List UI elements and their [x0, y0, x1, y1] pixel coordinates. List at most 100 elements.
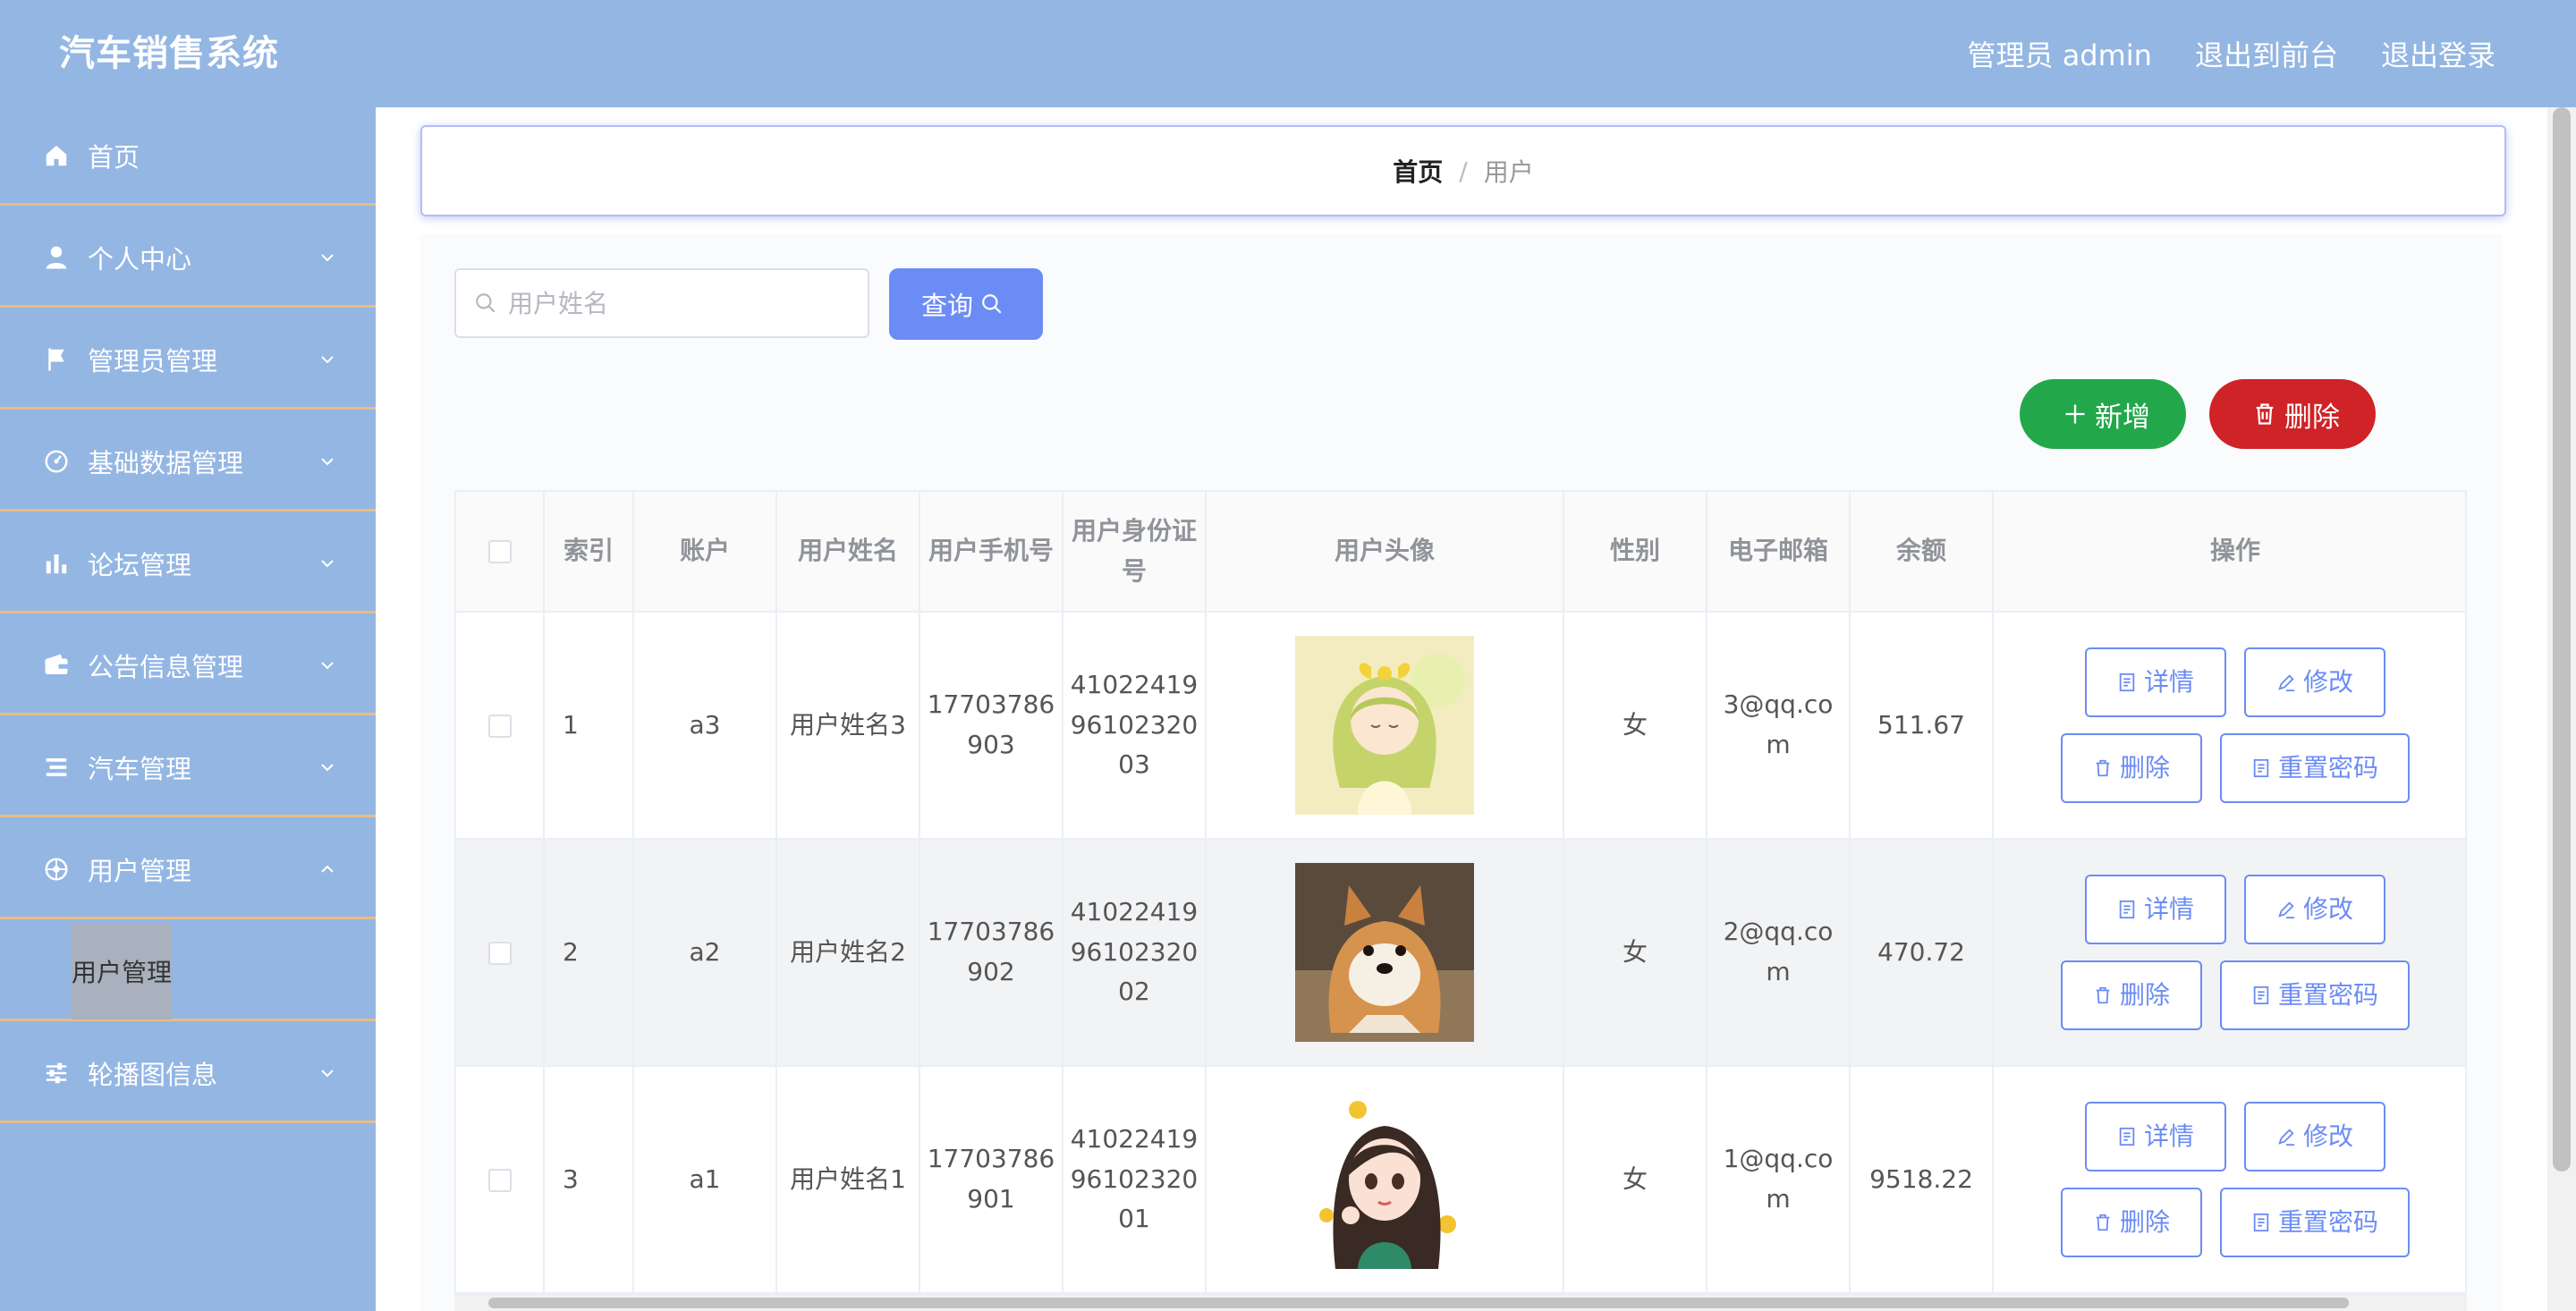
- breadcrumb-home[interactable]: 首页: [1393, 153, 1443, 189]
- delete-label: 删除: [2119, 1206, 2170, 1237]
- sidebar: 首页 个人中心 管理员管理 基础数据管理 论坛管理 公告信息管理 汽车管理 用户…: [0, 107, 376, 1311]
- row-select-cell: [456, 1066, 545, 1293]
- column-header: 账户: [633, 492, 777, 613]
- column-header: 操作: [1993, 492, 2465, 613]
- column-header: 性别: [1563, 492, 1707, 613]
- pencil-icon: [2278, 1129, 2295, 1146]
- add-button[interactable]: 新增: [2020, 379, 2186, 449]
- chevron-up-icon: [321, 865, 334, 873]
- table-row: 1 a3 用户姓名3 17703786903 41022419961023200…: [456, 612, 2465, 840]
- row-checkbox[interactable]: [487, 941, 512, 965]
- sidebar-item-user-management[interactable]: 用户管理: [0, 821, 376, 919]
- table-header-row: 索引 账户 用户姓名 用户手机号 用户身份证号 用户头像 性别 电子邮箱 余额 …: [456, 492, 2465, 613]
- reset-password-label: 重置密码: [2277, 1206, 2378, 1237]
- sidebar-item-label: 基础数据管理: [88, 447, 244, 478]
- cell-name: 用户姓名2: [776, 839, 920, 1067]
- reset-password-button[interactable]: 重置密码: [2220, 733, 2410, 803]
- cell-actions: 详情 修改 删除 重置密码: [1993, 1066, 2465, 1293]
- document-icon: [2253, 1213, 2269, 1232]
- document-icon: [2253, 758, 2269, 778]
- detail-label: 详情: [2143, 893, 2194, 924]
- sidebar-item-label: 管理员管理: [88, 345, 218, 376]
- submenu-item-user-management[interactable]: 用户管理: [72, 923, 172, 1019]
- document-icon: [2253, 985, 2269, 1005]
- document-icon: [2119, 672, 2135, 692]
- admin-user-link[interactable]: 管理员 admin: [1968, 33, 2152, 74]
- wallet-icon: [41, 650, 72, 681]
- edit-label: 修改: [2302, 1121, 2353, 1151]
- row-select-cell: [456, 612, 545, 840]
- sidebar-item-home[interactable]: 首页: [0, 107, 376, 206]
- detail-button[interactable]: 详情: [2085, 1102, 2226, 1171]
- batch-delete-button[interactable]: 删除: [2209, 379, 2376, 449]
- detail-label: 详情: [2143, 1121, 2194, 1151]
- sidebar-item-forum[interactable]: 论坛管理: [0, 515, 376, 613]
- cell-index: 2: [544, 839, 634, 1067]
- trash-icon: [2096, 986, 2110, 1004]
- cell-index: 1: [544, 612, 634, 840]
- sidebar-item-basic-data[interactable]: 基础数据管理: [0, 413, 376, 512]
- sidebar-item-label: 公告信息管理: [88, 651, 244, 682]
- avatar: [1295, 863, 1474, 1042]
- sidebar-item-label: 首页: [88, 141, 140, 173]
- column-header: 索引: [544, 492, 634, 613]
- cell-id-card: 410224199610232003: [1063, 612, 1207, 840]
- delete-button[interactable]: 删除: [2061, 1188, 2202, 1257]
- chevron-down-icon: [321, 355, 334, 363]
- delete-button[interactable]: 删除: [2061, 960, 2202, 1030]
- delete-label: 删除: [2119, 979, 2170, 1010]
- submenu-user-management: 用户管理: [0, 923, 376, 1021]
- exit-to-frontend-link[interactable]: 退出到前台: [2195, 33, 2338, 74]
- bar-chart-icon: [41, 548, 72, 579]
- edit-button[interactable]: 修改: [2244, 875, 2385, 944]
- scrollbar-thumb[interactable]: [2553, 107, 2571, 1171]
- avatar: [1295, 636, 1474, 815]
- sidebar-item-car-management[interactable]: 汽车管理: [0, 719, 376, 817]
- column-header: 余额: [1850, 492, 1994, 613]
- delete-button[interactable]: 删除: [2061, 733, 2202, 803]
- cell-name: 用户姓名1: [776, 1066, 920, 1293]
- chevron-down-icon: [321, 457, 334, 465]
- column-header: 电子邮箱: [1707, 492, 1851, 613]
- compass-icon: [41, 854, 72, 884]
- search-input[interactable]: [506, 287, 850, 319]
- search-field[interactable]: [454, 268, 869, 338]
- batch-delete-button-label: 删除: [2284, 401, 2340, 434]
- select-all-cell: [456, 492, 545, 613]
- detail-label: 详情: [2143, 666, 2194, 697]
- cell-gender: 女: [1563, 612, 1707, 840]
- logout-link[interactable]: 退出登录: [2381, 33, 2496, 74]
- row-checkbox[interactable]: [487, 1168, 512, 1192]
- search-icon: [982, 294, 1002, 314]
- detail-button[interactable]: 详情: [2085, 647, 2226, 717]
- cell-actions: 详情 修改 删除 重置密码: [1993, 839, 2465, 1067]
- sidebar-item-admin-management[interactable]: 管理员管理: [0, 311, 376, 410]
- edit-button[interactable]: 修改: [2244, 647, 2385, 717]
- scrollbar-thumb[interactable]: [488, 1298, 2349, 1308]
- detail-button[interactable]: 详情: [2085, 875, 2226, 944]
- reset-password-label: 重置密码: [2277, 752, 2378, 782]
- sidebar-item-announcements[interactable]: 公告信息管理: [0, 617, 376, 715]
- reset-password-button[interactable]: 重置密码: [2220, 1188, 2410, 1257]
- column-header: 用户手机号: [919, 492, 1063, 613]
- select-all-checkbox[interactable]: [487, 540, 512, 564]
- top-bar: 汽车销售系统 管理员 admin 退出到前台 退出登录: [0, 0, 2576, 107]
- sliders-icon: [41, 1058, 72, 1088]
- chevron-down-icon: [321, 253, 334, 261]
- column-header: 用户身份证号: [1063, 492, 1207, 613]
- page-vertical-scrollbar[interactable]: [2547, 107, 2576, 1311]
- list-icon: [41, 752, 72, 782]
- cell-gender: 女: [1563, 839, 1707, 1067]
- sidebar-item-label: 汽车管理: [88, 753, 192, 784]
- chevron-down-icon: [321, 1069, 334, 1077]
- row-checkbox[interactable]: [487, 714, 512, 738]
- edit-button[interactable]: 修改: [2244, 1102, 2385, 1171]
- sidebar-item-carousel[interactable]: 轮播图信息: [0, 1025, 376, 1123]
- sidebar-item-personal-center[interactable]: 个人中心: [0, 209, 376, 308]
- cell-phone: 17703786902: [919, 839, 1063, 1067]
- reset-password-button[interactable]: 重置密码: [2220, 960, 2410, 1030]
- query-button[interactable]: 查询: [889, 268, 1043, 340]
- avatar: [1295, 1090, 1474, 1269]
- table-horizontal-scrollbar[interactable]: [454, 1295, 2467, 1311]
- plus-icon: [2065, 404, 2085, 424]
